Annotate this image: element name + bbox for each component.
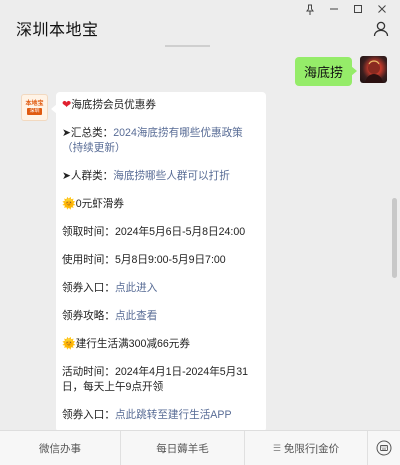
- entry1-link[interactable]: 点此进入: [115, 282, 157, 294]
- official-account-avatar[interactable]: 本地宝 深圳: [21, 94, 48, 121]
- chat-area: 海底捞 本地宝 深圳 ❤海底捞会员优惠券 ➤汇总类：2024海底捞有哪些优惠政策…: [0, 48, 400, 430]
- minimize-icon[interactable]: [322, 2, 346, 16]
- entry2-label: 领券入口：: [62, 409, 115, 421]
- window-controls: [298, 2, 394, 16]
- menu-item-daily-deals[interactable]: 每日薅羊毛: [121, 430, 245, 465]
- coupon2-title: 建行生活满300减66元券: [75, 338, 190, 350]
- title-bar: 深圳本地宝: [0, 0, 400, 48]
- scrollbar[interactable]: [392, 198, 397, 278]
- guide-label: 领券攻略：: [62, 310, 115, 322]
- coupon2-title-row: 🌞建行生活满300减66元券: [62, 337, 260, 352]
- coupon1-title: 0元虾滑券: [75, 198, 124, 210]
- entry2-link[interactable]: 点此跳转至建行生活APP: [115, 409, 232, 421]
- sun-icon: 🌞: [62, 198, 76, 210]
- guide-row: 领券攻略：点此查看: [62, 309, 260, 324]
- entry1-label: 领券入口：: [62, 282, 115, 294]
- entry2-row: 领券入口：点此跳转至建行生活APP: [62, 408, 260, 423]
- menu-item-label: 免限行|金价: [283, 442, 340, 455]
- use-time: 使用时间：5月8日9:00-5月9日7:00: [62, 254, 226, 266]
- scrollbar-thumb[interactable]: [392, 198, 397, 278]
- bottom-menu: 微信办事 每日薅羊毛 ☰ 免限行|金价: [0, 430, 400, 465]
- menu-list-icon: ☰: [272, 442, 281, 453]
- close-icon[interactable]: [370, 2, 394, 16]
- crowd-link[interactable]: 海底捞哪些人群可以打折: [113, 170, 230, 182]
- card-title: 海底捞会员优惠券: [71, 99, 156, 111]
- keyboard-icon[interactable]: [368, 431, 400, 465]
- avatar-text-bottom: 深圳: [27, 107, 42, 115]
- sun-icon: 🌞: [62, 338, 76, 350]
- message-card: ❤海底捞会员优惠券 ➤汇总类：2024海底捞有哪些优惠政策（持续更新） ➤人群类…: [51, 92, 266, 430]
- card-title-row: ❤海底捞会员优惠券: [62, 98, 260, 113]
- avatar-text-top: 本地宝: [25, 100, 44, 107]
- guide-link[interactable]: 点此查看: [115, 310, 157, 322]
- heart-icon: ❤: [62, 99, 72, 111]
- menu-item-label: 微信办事: [39, 442, 81, 455]
- menu-item-label: 每日薅羊毛: [156, 442, 209, 455]
- crowd-label: ➤人群类：: [62, 170, 114, 182]
- summary-row: ➤汇总类：2024海底捞有哪些优惠政策（持续更新）: [62, 126, 260, 156]
- menu-item-wechat-service[interactable]: 微信办事: [0, 430, 121, 465]
- pin-icon[interactable]: [298, 2, 322, 16]
- maximize-icon[interactable]: [346, 2, 370, 16]
- drag-handle: [165, 45, 210, 47]
- sent-message-bubble[interactable]: 海底捞: [294, 57, 358, 86]
- activity-time: 活动时间：2024年4月1日-2024年5月31日，每天上午9点开领: [62, 366, 249, 393]
- summary-label: ➤汇总类：: [62, 127, 114, 139]
- menu-item-traffic-gold[interactable]: ☰ 免限行|金价: [245, 430, 368, 465]
- chat-title: 深圳本地宝: [16, 22, 99, 39]
- claim-time: 领取时间：2024年5月6日-5月8日24:00: [62, 226, 246, 238]
- coupon1-title-row: 🌞0元虾滑券: [62, 197, 260, 212]
- profile-icon[interactable]: [372, 20, 390, 38]
- crowd-row: ➤人群类：海底捞哪些人群可以打折: [62, 169, 260, 184]
- user-avatar[interactable]: [360, 56, 387, 83]
- entry1-row: 领券入口：点此进入: [62, 281, 260, 296]
